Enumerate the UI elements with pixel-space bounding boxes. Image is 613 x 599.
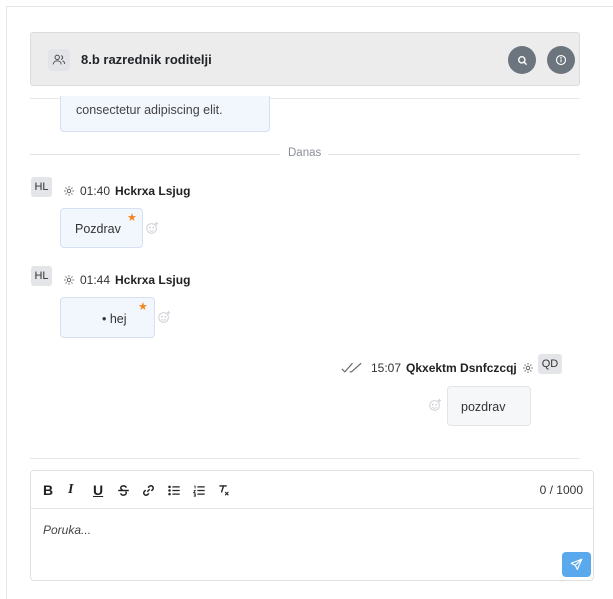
character-counter: 0 / 1000 (539, 483, 583, 497)
gear-icon[interactable] (522, 362, 534, 374)
message-time: 01:44 (80, 273, 111, 287)
star-icon[interactable]: ★ (127, 211, 137, 224)
message-meta: 15:07 Qkxektm Dsnfczcqj (341, 361, 534, 375)
add-reaction-icon[interactable] (145, 221, 159, 235)
date-divider: Danas (30, 147, 580, 161)
info-button[interactable] (547, 46, 575, 74)
message-bubble-partial: consectetur adipiscing elit. (60, 96, 270, 132)
message-author[interactable]: Qkxektm Dsnfczcqj (406, 361, 517, 375)
composer-divider (30, 458, 580, 459)
clear-format-icon[interactable] (216, 482, 230, 498)
message-meta: 01:40 Hckrxa Lsjug (63, 184, 190, 198)
add-reaction-icon[interactable] (428, 398, 442, 412)
italic-icon[interactable]: I (68, 482, 73, 498)
info-icon (555, 54, 567, 66)
chat-title: 8.b razrednik roditelji (81, 52, 212, 67)
send-button[interactable] (562, 552, 591, 577)
message-author[interactable]: Hckrxa Lsjug (115, 273, 190, 287)
users-icon (48, 49, 70, 71)
bullet-list-icon[interactable] (166, 482, 181, 498)
send-icon (570, 558, 583, 570)
avatar[interactable]: HL (31, 266, 52, 286)
double-check-icon (341, 362, 362, 373)
star-icon[interactable]: ★ (138, 300, 148, 313)
search-icon (517, 55, 527, 65)
gear-icon[interactable] (63, 274, 75, 286)
avatar[interactable]: HL (31, 177, 52, 197)
numbered-list-icon[interactable] (191, 482, 206, 498)
gear-icon[interactable] (63, 185, 75, 197)
message-composer: B I U 0 / 1000 Poruka... (30, 470, 594, 581)
strikethrough-icon[interactable] (116, 482, 130, 498)
add-reaction-icon[interactable] (157, 310, 171, 324)
message-text: pozdrav (461, 400, 506, 414)
message-meta: 01:44 Hckrxa Lsjug (63, 273, 190, 287)
message-time: 15:07 (371, 361, 402, 375)
bold-icon[interactable]: B (43, 482, 53, 498)
date-divider-label: Danas (288, 147, 322, 159)
search-button[interactable] (508, 46, 536, 74)
message-text: • hej (102, 312, 127, 326)
format-toolbar: B I U 0 / 1000 (31, 471, 593, 509)
avatar[interactable]: QD (538, 354, 562, 374)
message-bubble[interactable]: pozdrav (447, 386, 531, 426)
underline-icon[interactable]: U (93, 482, 103, 498)
message-input[interactable]: Poruka... (43, 523, 91, 537)
message-author[interactable]: Hckrxa Lsjug (115, 184, 190, 198)
message-text: consectetur adipiscing elit. (76, 103, 223, 117)
link-icon[interactable] (141, 482, 155, 498)
chat-header: 8.b razrednik roditelji (30, 32, 580, 86)
message-time: 01:40 (80, 184, 111, 198)
message-text: Pozdrav (75, 222, 121, 236)
